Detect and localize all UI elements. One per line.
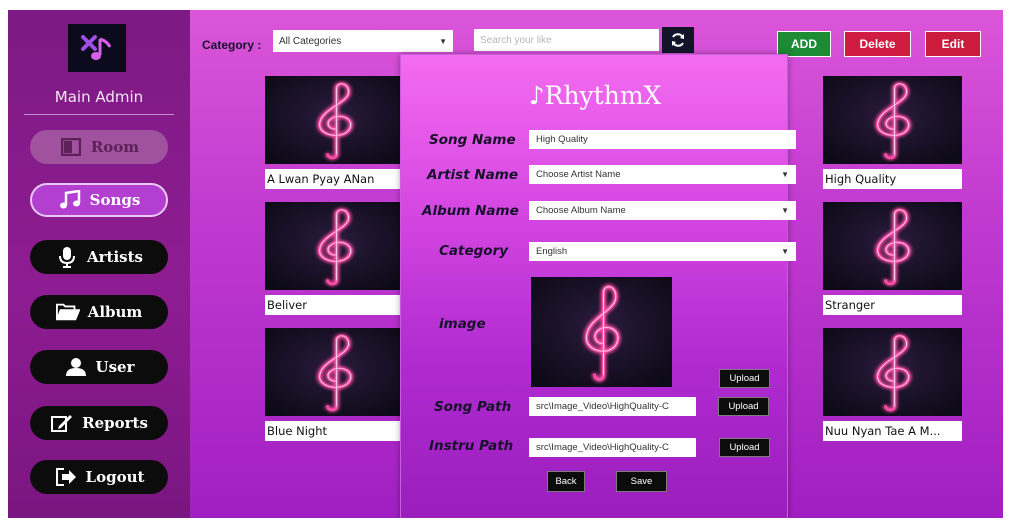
image-label: image xyxy=(439,316,486,332)
sidebar-item-logout[interactable]: Logout xyxy=(30,460,168,494)
sidebar-item-label: Songs xyxy=(89,191,141,209)
upload-song-button[interactable]: Upload xyxy=(718,397,769,416)
sidebar-item-label: User xyxy=(95,358,135,376)
upload-instru-button[interactable]: Upload xyxy=(719,438,770,457)
folder-icon xyxy=(55,300,80,324)
admin-role-label: Main Admin xyxy=(54,88,144,106)
room-icon xyxy=(59,135,83,159)
album-name-label: Album Name xyxy=(422,203,519,219)
refresh-button[interactable] xyxy=(662,27,694,53)
song-path-field[interactable]: src\Image_Video\HighQuality-C xyxy=(529,397,696,416)
song-thumbnail xyxy=(265,202,404,290)
category-filter-label: Category : xyxy=(202,38,262,52)
song-card-title: Beliver xyxy=(265,295,404,315)
song-thumbnail xyxy=(265,328,404,416)
save-button[interactable]: Save xyxy=(616,471,667,492)
song-name-value: High Quality xyxy=(536,134,588,145)
song-thumbnail xyxy=(823,328,962,416)
edit-icon xyxy=(50,411,74,435)
category-value: English xyxy=(536,246,568,257)
delete-button[interactable]: Delete xyxy=(844,31,911,57)
album-name-select[interactable]: Choose Album Name ▼ xyxy=(529,201,796,220)
sidebar-item-album[interactable]: Album xyxy=(30,295,168,329)
logout-icon xyxy=(54,465,78,489)
song-card-title: Stranger xyxy=(823,295,962,315)
song-card[interactable]: Stranger xyxy=(823,202,962,316)
dialog-title: ♪RhythmX xyxy=(528,81,662,110)
instru-path-field[interactable]: src\Image_Video\HighQuality-C xyxy=(529,438,696,457)
song-card[interactable]: Blue Night xyxy=(265,328,404,442)
instru-path-label: Instru Path xyxy=(429,438,514,454)
chevron-down-icon: ▼ xyxy=(781,206,789,215)
song-card-title: A Lwan Pyay ANan xyxy=(265,169,404,189)
app-window: Main Admin Room Songs Artists Album User… xyxy=(8,10,1003,518)
app-logo xyxy=(68,24,126,72)
sidebar-item-label: Album xyxy=(87,303,143,321)
song-card-title: Blue Night xyxy=(265,421,404,441)
sidebar-item-room[interactable]: Room xyxy=(30,130,168,164)
back-button[interactable]: Back xyxy=(547,471,585,492)
category-select[interactable]: English ▼ xyxy=(529,242,796,261)
artist-name-label: Artist Name xyxy=(427,167,519,183)
user-icon xyxy=(64,355,88,379)
refresh-icon xyxy=(672,33,684,47)
sidebar-item-songs[interactable]: Songs xyxy=(30,183,168,217)
sidebar: Main Admin Room Songs Artists Album User… xyxy=(8,10,190,518)
song-name-label: Song Name xyxy=(429,132,516,148)
category-label: Category xyxy=(439,243,509,259)
song-thumbnail xyxy=(823,76,962,164)
sidebar-item-label: Artists xyxy=(87,248,143,266)
upload-image-button[interactable]: Upload xyxy=(719,369,770,388)
chevron-down-icon: ▼ xyxy=(781,170,789,179)
song-card[interactable]: High Quality xyxy=(823,76,962,190)
sidebar-divider xyxy=(24,114,174,115)
category-filter-select[interactable]: All Categories ▼ xyxy=(273,30,453,52)
song-name-field[interactable]: High Quality xyxy=(529,130,796,149)
category-filter-value: All Categories xyxy=(279,35,342,47)
music-note-icon xyxy=(58,188,82,212)
song-card[interactable]: Nuu Nyan Tae A M... xyxy=(823,328,962,442)
sidebar-item-reports[interactable]: Reports xyxy=(30,406,168,440)
song-card-title: Nuu Nyan Tae A M... xyxy=(823,421,962,441)
artist-name-value: Choose Artist Name xyxy=(536,169,621,180)
edit-song-dialog: ♪RhythmX Song Name High Quality Artist N… xyxy=(400,54,796,518)
chevron-down-icon: ▼ xyxy=(781,247,789,256)
instru-path-value: src\Image_Video\HighQuality-C xyxy=(536,442,669,453)
song-card-title: High Quality xyxy=(823,169,962,189)
microphone-icon xyxy=(55,245,79,269)
artist-name-select[interactable]: Choose Artist Name ▼ xyxy=(529,165,796,184)
edit-button[interactable]: Edit xyxy=(925,31,981,57)
song-thumbnail xyxy=(823,202,962,290)
search-input[interactable] xyxy=(474,29,659,51)
cover-image-preview xyxy=(531,277,672,387)
chevron-down-icon: ▼ xyxy=(439,36,447,46)
sidebar-item-label: Room xyxy=(90,138,140,156)
album-name-value: Choose Album Name xyxy=(536,205,626,216)
music-logo-icon xyxy=(81,35,112,60)
sidebar-item-user[interactable]: User xyxy=(30,350,168,384)
sidebar-item-label: Reports xyxy=(82,414,148,432)
song-card[interactable]: A Lwan Pyay ANan xyxy=(265,76,404,190)
song-card[interactable]: Beliver xyxy=(265,202,404,316)
song-path-value: src\Image_Video\HighQuality-C xyxy=(536,401,669,412)
sidebar-item-artists[interactable]: Artists xyxy=(30,240,168,274)
song-path-label: Song Path xyxy=(434,399,512,415)
song-thumbnail xyxy=(265,76,404,164)
sidebar-item-label: Logout xyxy=(85,468,145,486)
